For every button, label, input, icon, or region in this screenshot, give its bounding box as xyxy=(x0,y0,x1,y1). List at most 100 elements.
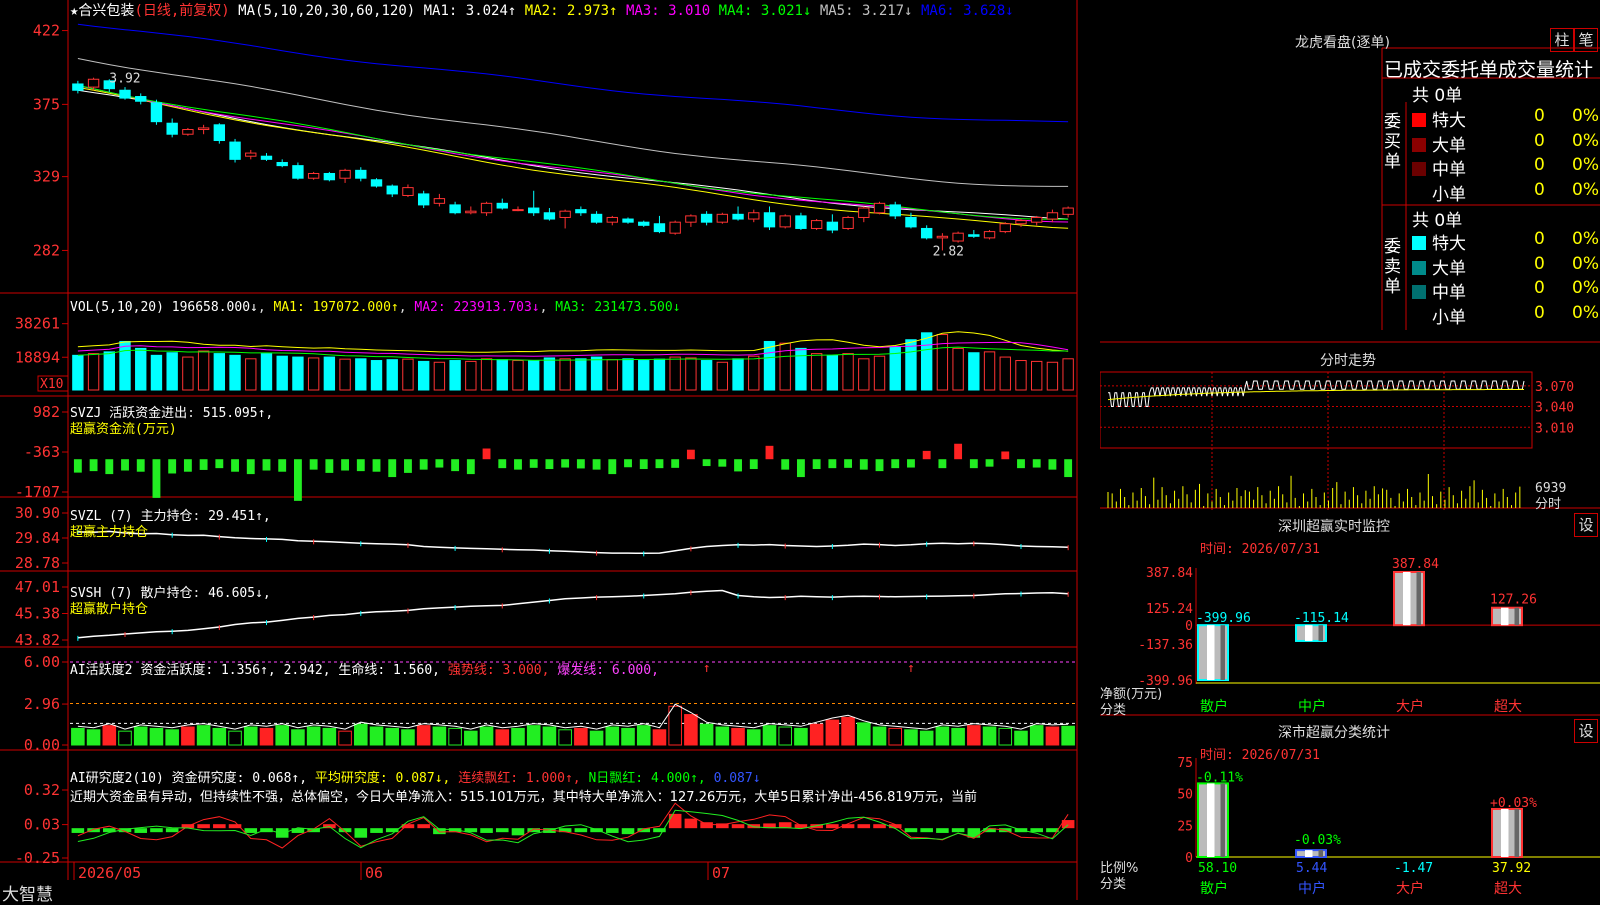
volume-bar xyxy=(135,347,147,391)
monitor-y-label: -137.36 xyxy=(1138,638,1193,653)
volume-bar xyxy=(402,358,414,391)
candle-body xyxy=(433,198,446,204)
vol-header: VOL(5,10,20) 196658.000↓, MA1: 197072.00… xyxy=(70,300,681,315)
candle-body xyxy=(355,169,367,179)
volume-bar xyxy=(575,358,587,391)
candle-body xyxy=(135,96,147,102)
ma5-value: MA5: 3.217↓ xyxy=(819,3,913,19)
ma-line xyxy=(77,89,1069,220)
category-settings-button[interactable]: 设 xyxy=(1574,719,1598,743)
volume-bar xyxy=(795,347,807,391)
money-flow-bar xyxy=(592,459,601,470)
volume-bar xyxy=(1031,360,1043,391)
high-annotation: 3.92 xyxy=(109,72,140,87)
kline-chart-svg[interactable]: 422 375 329 282 3.92 2.82 38261 18894 X10 982 -363… xyxy=(0,0,1100,900)
candle-body xyxy=(323,172,336,181)
money-flow-bar xyxy=(781,459,790,470)
activity-bar xyxy=(479,726,494,746)
research-bar xyxy=(621,828,635,835)
monitor-y-label: 125.24 xyxy=(1146,602,1193,617)
order-label: 特大 xyxy=(1432,111,1466,131)
money-flow-bar xyxy=(576,459,585,469)
monitor-bar-shade xyxy=(1318,625,1323,641)
ma4-value: MA4: 3.021↓ xyxy=(718,3,812,19)
chart-area[interactable]: 422 375 329 282 3.92 2.82 38261 18894 X10 982 -363… xyxy=(0,0,1100,905)
money-flow-bar xyxy=(356,459,365,472)
activity-bar xyxy=(746,729,761,746)
order-color-swatch xyxy=(1412,137,1426,152)
activity-bar xyxy=(715,726,730,746)
candle-body xyxy=(858,207,870,218)
order-percent: 0% xyxy=(1572,179,1599,200)
category-stat-title: 深市超赢分类统计 xyxy=(1278,725,1390,741)
volume-bar xyxy=(590,356,603,391)
volume-bar xyxy=(72,354,84,391)
order-row: 特大 0 0% xyxy=(1412,106,1600,131)
volume-bar xyxy=(873,355,886,391)
burst-signal: ↑ xyxy=(907,661,915,676)
monitor-y-label: 0 xyxy=(1185,619,1193,634)
activity-bar xyxy=(888,727,903,746)
order-count: 0 xyxy=(1534,229,1545,249)
monitor-settings-button[interactable]: 设 xyxy=(1574,513,1598,537)
activity-bar xyxy=(809,723,824,746)
volume-bar xyxy=(433,361,446,391)
money-flow-bar xyxy=(293,459,302,501)
activity-bar xyxy=(102,725,117,746)
activity-bar xyxy=(778,726,792,746)
order-label: 小单 xyxy=(1432,307,1466,328)
activity-bar xyxy=(228,730,242,746)
volume-bar xyxy=(936,334,949,391)
svzj-value: 515.095↑, xyxy=(202,406,274,421)
order-percent: 0% xyxy=(1572,229,1599,249)
ma1-value: MA1: 3.024↑ xyxy=(423,3,517,19)
volume-bar xyxy=(119,340,131,391)
research-bar xyxy=(495,828,509,833)
research-bar xyxy=(71,828,85,833)
low-annotation: 2.82 xyxy=(933,244,964,259)
candle-body xyxy=(779,215,791,228)
category-y-label: 0 xyxy=(1185,851,1193,866)
money-flow-bar xyxy=(388,459,397,478)
monitor-value-label: 387.84 xyxy=(1392,557,1439,572)
money-flow-bar xyxy=(545,459,554,470)
burst-signal: ↑ xyxy=(703,661,711,676)
candle-body xyxy=(952,232,964,242)
money-flow-bar xyxy=(1064,459,1073,478)
money-flow-bar xyxy=(435,459,444,468)
money-flow-bar xyxy=(215,459,224,469)
activity-bar xyxy=(354,723,368,746)
candle-body xyxy=(260,155,273,160)
research-bar xyxy=(370,828,383,833)
volume-ma-line xyxy=(77,341,1069,357)
research-bar xyxy=(511,828,525,836)
research-green-line xyxy=(77,809,1069,849)
ai-research-comment: 近期大资金虽有异动，但持续性不强，总体偏空，今日大单净流入：515.101万元，… xyxy=(70,790,977,805)
ai-research-title: AI研究度2(10) xyxy=(70,771,164,786)
bar-mode-button[interactable]: 柱 xyxy=(1550,28,1574,52)
research-bar xyxy=(951,828,965,833)
activity-bar xyxy=(416,725,431,746)
y-tick-label: 2.96 xyxy=(24,695,60,713)
activity-bar xyxy=(589,730,604,746)
minute-avg-line xyxy=(1107,389,1524,401)
volume-bar xyxy=(999,356,1011,391)
volume-bar xyxy=(716,361,729,391)
candle-body xyxy=(370,179,383,187)
y-tick-label: 30.90 xyxy=(15,504,60,522)
ai-active-header: AI活跃度2 资金活跃度: 1.356↑, 2.942, 生命线: 1.560,… xyxy=(70,659,659,678)
order-color-swatch xyxy=(1412,285,1426,299)
y-tick-label: 0.03 xyxy=(24,816,60,834)
tick-mode-button[interactable]: 笔 xyxy=(1574,28,1598,52)
candle-body xyxy=(1062,207,1074,215)
candle-body xyxy=(842,216,854,229)
activity-bar xyxy=(275,725,289,746)
side-panel: 3.070 3.040 3.010 6939 分时 387.84 125.24 0 -137.3… xyxy=(1100,0,1600,900)
candle-body xyxy=(528,207,540,214)
volume-bar xyxy=(528,360,540,391)
unit-badge: X10 xyxy=(40,377,63,392)
money-flow-bar xyxy=(529,459,538,468)
ai-research-part5: 0.087↓ xyxy=(713,771,761,786)
order-label: 特大 xyxy=(1432,234,1466,254)
volume-bar xyxy=(858,358,870,391)
